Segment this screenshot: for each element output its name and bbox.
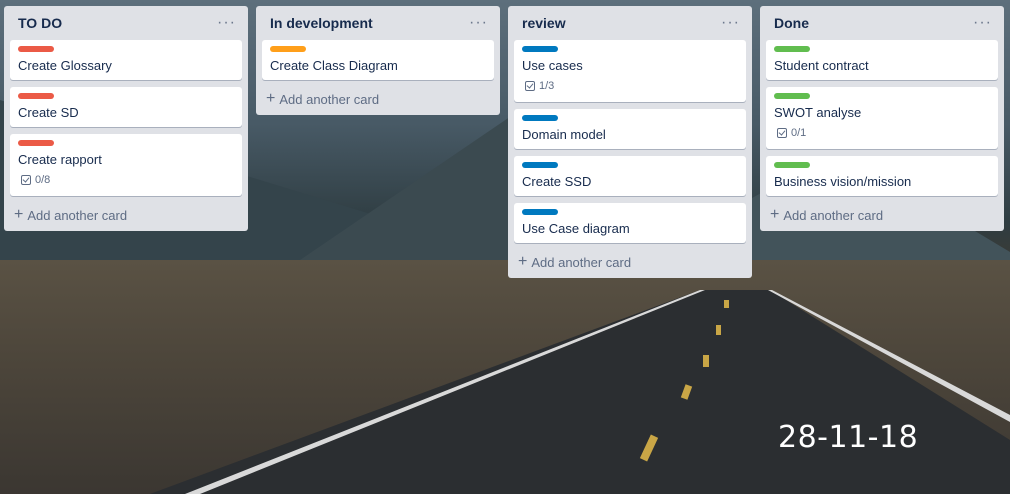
checklist-icon	[777, 128, 787, 138]
checklist-count: 1/3	[539, 80, 555, 92]
list-header: Done ···	[766, 6, 998, 40]
plus-icon: +	[518, 253, 528, 270]
board: TO DO ··· Create Glossary Create SD Crea…	[0, 0, 1010, 494]
card[interactable]: Use cases 1/3	[514, 40, 746, 102]
add-card-button[interactable]: + Add another card	[262, 87, 494, 109]
road-dash	[703, 355, 709, 367]
checklist-icon	[525, 81, 535, 91]
card[interactable]: Business vision/mission	[766, 156, 998, 196]
card[interactable]: Create SD	[10, 87, 242, 127]
list-header: review ···	[514, 6, 746, 40]
checklist-badge: 0/8	[21, 174, 50, 186]
card[interactable]: Domain model	[514, 109, 746, 149]
card-label[interactable]	[18, 93, 54, 99]
list-in-development: In development ··· Create Class Diagram …	[256, 6, 500, 115]
add-card-label: Add another card	[27, 207, 128, 223]
more-icon[interactable]: ···	[721, 15, 740, 31]
plus-icon: +	[266, 90, 276, 107]
card-label[interactable]	[522, 46, 558, 52]
card-title: SWOT analyse	[774, 105, 862, 120]
card-title: Create rapport	[18, 152, 102, 167]
plus-icon: +	[14, 206, 24, 223]
list-review: review ··· Use cases 1/3 Domain model Cr…	[508, 6, 752, 278]
card-title: Student contract	[774, 58, 869, 73]
card-title: Create Class Diagram	[270, 58, 398, 73]
card-label[interactable]	[18, 46, 54, 52]
card[interactable]: SWOT analyse 0/1	[766, 87, 998, 149]
card-label[interactable]	[774, 46, 810, 52]
card[interactable]: Create Class Diagram	[262, 40, 494, 80]
card[interactable]: Create rapport 0/8	[10, 134, 242, 196]
add-card-label: Add another card	[279, 91, 380, 107]
card-label[interactable]	[18, 140, 54, 146]
road-dash	[724, 300, 729, 308]
more-icon[interactable]: ···	[973, 15, 992, 31]
card[interactable]: Create Glossary	[10, 40, 242, 80]
add-card-button[interactable]: + Add another card	[10, 203, 242, 225]
checklist-icon	[21, 175, 31, 185]
card-title: Create SD	[18, 105, 79, 120]
card-label[interactable]	[522, 209, 558, 215]
card-title: Business vision/mission	[774, 174, 912, 189]
road-dash	[716, 325, 721, 335]
card-title: Domain model	[522, 127, 606, 142]
checklist-badge: 0/1	[777, 127, 806, 139]
checklist-count: 0/1	[791, 127, 807, 139]
card-label[interactable]	[522, 162, 558, 168]
add-card-label: Add another card	[783, 207, 884, 223]
date-stamp: 28-11-18	[778, 420, 919, 455]
list-header: TO DO ···	[10, 6, 242, 40]
list-title[interactable]: Done	[774, 15, 809, 31]
card[interactable]: Create SSD	[514, 156, 746, 196]
card-title: Use Case diagram	[522, 221, 630, 236]
list-header: In development ···	[262, 6, 494, 40]
more-icon[interactable]: ···	[217, 15, 236, 31]
list-done: Done ··· Student contract SWOT analyse 0…	[760, 6, 1004, 231]
card-label[interactable]	[774, 162, 810, 168]
list-title[interactable]: TO DO	[18, 15, 62, 31]
card-label[interactable]	[270, 46, 306, 52]
list-title[interactable]: review	[522, 15, 566, 31]
add-card-button[interactable]: + Add another card	[766, 203, 998, 225]
add-card-button[interactable]: + Add another card	[514, 250, 746, 272]
checklist-count: 0/8	[35, 174, 51, 186]
card-title: Create Glossary	[18, 58, 112, 73]
add-card-label: Add another card	[531, 254, 632, 270]
list-todo: TO DO ··· Create Glossary Create SD Crea…	[4, 6, 248, 231]
card-label[interactable]	[522, 115, 558, 121]
card[interactable]: Student contract	[766, 40, 998, 80]
checklist-badge: 1/3	[525, 80, 554, 92]
card-title: Use cases	[522, 58, 583, 73]
card-label[interactable]	[774, 93, 810, 99]
more-icon[interactable]: ···	[469, 15, 488, 31]
card[interactable]: Use Case diagram	[514, 203, 746, 243]
card-title: Create SSD	[522, 174, 592, 189]
list-title[interactable]: In development	[270, 15, 373, 31]
plus-icon: +	[770, 206, 780, 223]
